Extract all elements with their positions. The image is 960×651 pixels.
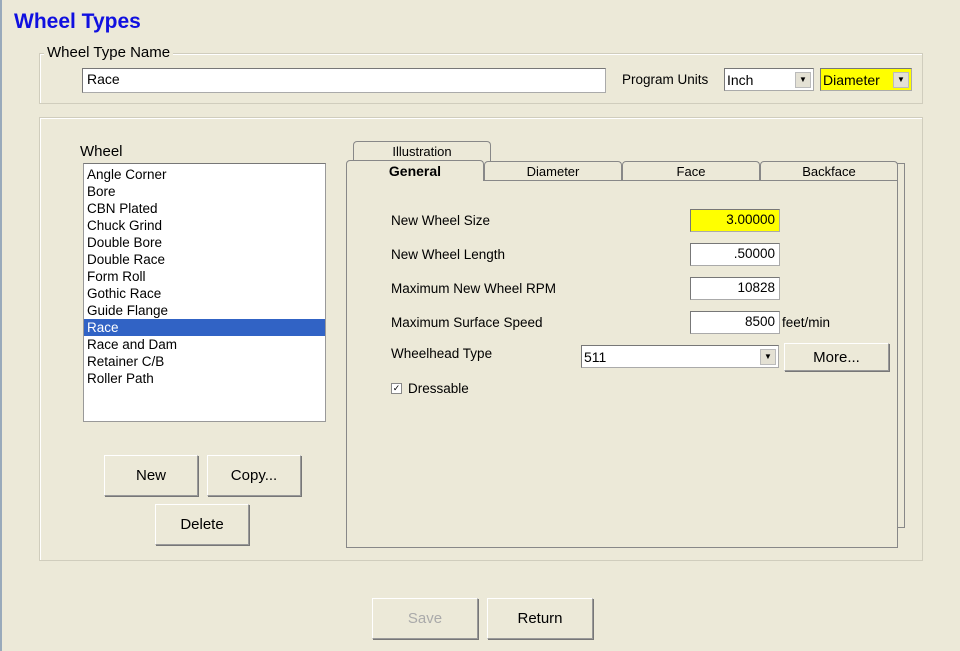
save-button[interactable]: Save xyxy=(372,598,478,639)
list-item[interactable]: Double Race xyxy=(84,251,325,268)
tab-illustration[interactable]: Illustration xyxy=(353,141,491,161)
new-button[interactable]: New xyxy=(104,455,198,496)
dressable-checkbox[interactable]: ✓ Dressable xyxy=(391,381,469,396)
surface-speed-unit: feet/min xyxy=(782,315,831,330)
list-item[interactable]: Race and Dam xyxy=(84,336,325,353)
wheelhead-type-label: Wheelhead Type xyxy=(391,346,493,361)
program-units-select[interactable]: Inch ▼ xyxy=(724,68,814,91)
tab-general[interactable]: General xyxy=(346,160,484,181)
program-units-label: Program Units xyxy=(622,72,709,87)
new-wheel-size-input[interactable]: 3.00000 xyxy=(690,209,780,232)
more-button[interactable]: More... xyxy=(784,343,889,371)
return-button[interactable]: Return xyxy=(487,598,593,639)
wheel-list[interactable]: Angle Corner Bore CBN Plated Chuck Grind Dou… xyxy=(83,163,326,422)
max-rpm-label: Maximum New Wheel RPM xyxy=(391,281,557,296)
list-item[interactable]: Retainer C/B xyxy=(84,353,325,370)
copy-button[interactable]: Copy... xyxy=(207,455,301,496)
new-wheel-size-label: New Wheel Size xyxy=(391,213,491,228)
tab-backface[interactable]: Backface xyxy=(760,161,898,180)
list-item[interactable]: Guide Flange xyxy=(84,302,325,319)
tab-diameter[interactable]: Diameter xyxy=(484,161,622,180)
list-item[interactable]: Form Roll xyxy=(84,268,325,285)
list-item[interactable]: Angle Corner xyxy=(84,166,325,183)
wheel-type-name-label: Wheel Type Name xyxy=(44,44,174,61)
list-item[interactable]: Bore xyxy=(84,183,325,200)
wheel-type-name-input[interactable]: Race xyxy=(82,68,606,93)
wheel-list-label: Wheel xyxy=(80,143,123,160)
measure-mode-select[interactable]: Diameter ▼ xyxy=(820,68,912,91)
list-item[interactable]: Roller Path xyxy=(84,370,325,387)
chevron-down-icon[interactable]: ▼ xyxy=(795,71,811,88)
max-surface-speed-input[interactable]: 8500 xyxy=(690,311,780,334)
delete-button[interactable]: Delete xyxy=(155,504,249,545)
tab-row-line xyxy=(483,180,898,181)
new-wheel-length-input[interactable]: .50000 xyxy=(690,243,780,266)
list-item[interactable]: CBN Plated xyxy=(84,200,325,217)
chevron-down-icon[interactable]: ▼ xyxy=(760,348,776,365)
max-surface-speed-label: Maximum Surface Speed xyxy=(391,315,543,330)
page-title: Wheel Types xyxy=(14,10,141,33)
tab-panel-shadow xyxy=(897,163,905,528)
max-rpm-input[interactable]: 10828 xyxy=(690,277,780,300)
new-wheel-length-label: New Wheel Length xyxy=(391,247,506,262)
list-item[interactable]: Gothic Race xyxy=(84,285,325,302)
list-item[interactable]: Race xyxy=(84,319,325,336)
wheelhead-type-select[interactable]: 511 ▼ xyxy=(581,345,779,368)
list-item[interactable]: Chuck Grind xyxy=(84,217,325,234)
chevron-down-icon[interactable]: ▼ xyxy=(893,71,909,88)
checkbox-checked-icon[interactable]: ✓ xyxy=(391,383,402,394)
tab-face[interactable]: Face xyxy=(622,161,760,180)
list-item[interactable]: Double Bore xyxy=(84,234,325,251)
